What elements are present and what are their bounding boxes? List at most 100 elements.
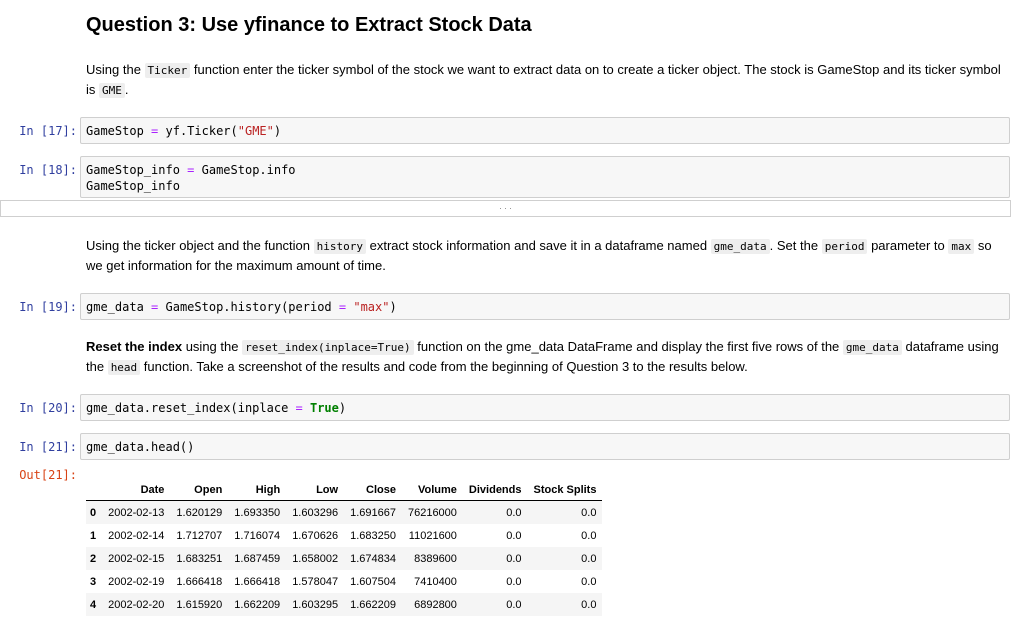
md-text: extract stock information and save it in…: [366, 238, 711, 253]
table-cell: 0.0: [581, 598, 597, 611]
table-cell: 0.0: [581, 575, 597, 588]
table-cell: 1.683251: [176, 552, 223, 565]
string-token: "max": [353, 300, 390, 314]
table-cell: 0.0: [581, 506, 597, 519]
keyword-token: True: [309, 401, 339, 415]
operator-token: =: [295, 401, 303, 415]
table-cell: 1.662209: [350, 598, 396, 611]
table-cell: 0.0: [506, 575, 522, 588]
table-cell: 1.662209: [234, 598, 281, 611]
code-token: yf.Ticker(: [158, 124, 238, 138]
table-cell: 1.603295: [292, 598, 339, 611]
table-cell: 7410400: [414, 575, 457, 588]
markdown-cell-ticker-instructions: Using the Ticker function enter the tick…: [86, 60, 1006, 100]
table-cell: 1.578047: [292, 575, 339, 588]
markdown-cell-history-instructions: Using the ticker object and the function…: [86, 236, 1006, 275]
markdown-cell-reset-instructions: Reset the index using the reset_index(in…: [86, 337, 1006, 377]
input-prompt-19: In [19]:: [19, 300, 77, 314]
column-header: Close: [344, 480, 402, 501]
dataframe-output-table: Date Open High Low Close Volume Dividend…: [86, 480, 603, 616]
table-cell: 2002-02-20: [108, 598, 165, 611]
table-cell: 1.615920: [176, 598, 223, 611]
code-cell-17[interactable]: GameStop = yf.Ticker("GME"): [80, 117, 1010, 144]
input-prompt-18: In [18]:: [19, 163, 77, 177]
row-index: 0: [90, 506, 97, 519]
table-cell: 1.620129: [176, 506, 223, 519]
table-row: 2 2002-02-15 1.683251 1.687459 1.658002 …: [86, 547, 603, 570]
code-cell-21[interactable]: gme_data.head(): [80, 433, 1010, 460]
table-cell: 0.0: [506, 529, 522, 542]
inline-code-ticker: Ticker: [144, 63, 191, 78]
table-header-row: Date Open High Low Close Volume Dividend…: [86, 480, 603, 501]
md-text: function. Take a screenshot of the resul…: [140, 359, 748, 374]
table-cell: 11021600: [408, 529, 457, 542]
code-token: gme_data.reset_index(inplace: [86, 401, 296, 415]
column-header: Volume: [401, 480, 463, 501]
string-token: "GME": [237, 124, 274, 138]
table-cell: 2002-02-19: [108, 575, 165, 588]
table-cell: 2002-02-14: [108, 529, 165, 542]
md-text: .: [124, 82, 129, 97]
table-cell: 1.691667: [350, 506, 396, 519]
code-token: GameStop: [86, 124, 152, 138]
md-bold-text: Reset the index: [86, 339, 183, 354]
table-cell: 0.0: [506, 552, 522, 565]
md-text: Using the ticker object and the function: [86, 238, 314, 253]
table-cell: 6892800: [414, 598, 457, 611]
table-cell: 8389600: [414, 552, 457, 565]
table-cell: 1.687459: [234, 552, 281, 565]
input-prompt-17: In [17]:: [19, 124, 77, 138]
md-text: parameter to: [867, 238, 949, 253]
table-cell: 1.666418: [234, 575, 281, 588]
table-cell: 1.603296: [292, 506, 339, 519]
table-row: 1 2002-02-14 1.712707 1.716074 1.670626 …: [86, 524, 602, 547]
row-index: 4: [90, 598, 97, 611]
table-row: 0 2002-02-13 1.620129 1.693350 1.603296 …: [86, 500, 603, 524]
table-cell: 1.658002: [292, 552, 339, 565]
md-text: Using the: [86, 62, 145, 77]
md-text: using the: [182, 339, 243, 354]
inline-code-gme-data: gme_data: [710, 239, 770, 254]
table-cell: 76216000: [407, 506, 457, 519]
md-text: function on the gme_data DataFrame and d…: [413, 339, 843, 354]
column-header: Stock Splits: [527, 480, 603, 501]
code-cell-20[interactable]: gme_data.reset_index(inplace = True): [80, 394, 1010, 421]
code-token: ): [389, 300, 397, 314]
output-prompt-21: Out[21]:: [19, 468, 77, 482]
table-cell: 1.683250: [350, 529, 396, 542]
table-cell: 0.0: [506, 598, 522, 611]
md-text: . Set the: [769, 238, 822, 253]
code-token: ): [338, 401, 347, 415]
inline-code-period: period: [821, 239, 868, 254]
table-row: 3 2002-02-19 1.666418 1.666418 1.578047 …: [86, 570, 602, 593]
code-token: GameStop.history(period: [158, 300, 339, 314]
code-token: ): [273, 124, 282, 138]
column-header: Low: [286, 480, 345, 501]
row-index: 2: [90, 552, 97, 565]
table-row: 4 2002-02-20 1.615920 1.662209 1.603295 …: [86, 593, 603, 616]
row-index: 1: [90, 529, 97, 542]
column-header: Open: [170, 480, 229, 501]
column-header: Date: [102, 480, 171, 501]
table-cell: 1.716074: [234, 529, 281, 542]
section-heading: Question 3: Use yfinance to Extract Stoc…: [86, 14, 532, 36]
row-index: 3: [90, 575, 97, 588]
code-token: gme_data: [86, 300, 152, 314]
column-header: High: [228, 480, 287, 501]
table-cell: 1.607504: [350, 575, 396, 588]
md-text: function enter the ticker symbol of the …: [86, 62, 1001, 97]
table-cell: 2002-02-13: [108, 506, 165, 519]
input-prompt-20: In [20]:: [19, 401, 77, 415]
collapsed-output[interactable]: . . .: [0, 200, 1011, 217]
table-cell: 0.0: [581, 552, 597, 565]
code-token: GameStop_info: [86, 179, 180, 193]
inline-code-head: head: [107, 360, 141, 375]
table-cell: 1.693350: [234, 506, 281, 519]
code-token: GameStop.info: [194, 163, 296, 177]
inline-code-gme-data: gme_data: [842, 340, 902, 355]
table-cell: 1.712707: [176, 529, 223, 542]
code-cell-19[interactable]: gme_data = GameStop.history(period = "ma…: [80, 293, 1010, 320]
code-token: gme_data.head(): [86, 440, 195, 454]
code-cell-18[interactable]: GameStop_info = GameStop.info GameStop_i…: [80, 156, 1010, 198]
